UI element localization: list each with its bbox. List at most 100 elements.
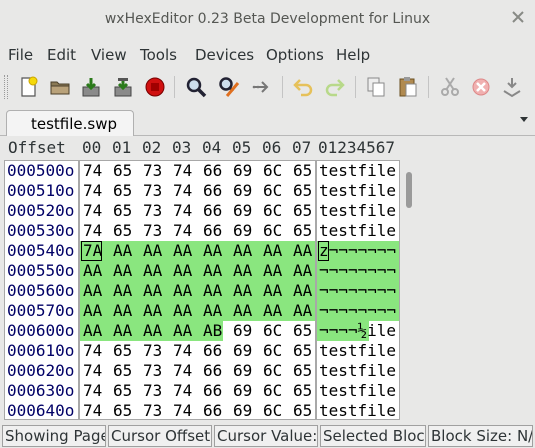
hex-byte-cell[interactable]: 69 bbox=[233, 201, 252, 221]
copy-icon[interactable] bbox=[364, 75, 388, 99]
tab-testfile[interactable]: testfile.swp bbox=[6, 110, 134, 136]
hex-byte-cell[interactable]: AA bbox=[263, 281, 282, 301]
hex-byte-cell[interactable]: AB bbox=[203, 321, 222, 341]
hex-byte-cell[interactable]: 69 bbox=[233, 161, 252, 181]
hex-byte-cell[interactable]: 73 bbox=[143, 161, 162, 181]
close-file-icon[interactable] bbox=[143, 75, 167, 99]
replace-icon[interactable] bbox=[217, 75, 241, 99]
hex-byte-cell[interactable]: 74 bbox=[173, 381, 192, 401]
hex-byte-cell[interactable]: AA bbox=[143, 301, 162, 321]
find-icon[interactable] bbox=[184, 75, 208, 99]
hex-byte-cell[interactable]: 65 bbox=[113, 381, 132, 401]
hex-byte-cell[interactable]: AA bbox=[173, 321, 192, 341]
hex-byte-cell[interactable]: 6C bbox=[263, 381, 282, 401]
paste-icon[interactable] bbox=[396, 75, 420, 99]
offset-cell[interactable]: 000530o bbox=[7, 221, 74, 241]
hex-byte-cell[interactable]: 65 bbox=[293, 321, 312, 341]
hex-byte-cell[interactable]: 74 bbox=[83, 381, 102, 401]
offset-cell[interactable]: 000620o bbox=[7, 361, 74, 381]
text-row[interactable]: ¬¬¬¬¬¬¬¬ bbox=[317, 301, 399, 321]
hex-byte-cell[interactable]: 74 bbox=[173, 341, 192, 361]
hex-byte-cell[interactable]: 6C bbox=[263, 161, 282, 181]
hex-byte-cell[interactable]: 6C bbox=[263, 401, 282, 419]
goto-icon[interactable] bbox=[249, 75, 273, 99]
insert-icon[interactable] bbox=[500, 75, 524, 99]
hex-byte-cell[interactable]: AA bbox=[233, 301, 252, 321]
hex-byte-cell[interactable]: 65 bbox=[113, 181, 132, 201]
hex-byte-cell[interactable]: AA bbox=[173, 261, 192, 281]
hex-byte-cell[interactable]: 65 bbox=[293, 341, 312, 361]
hex-byte-cell[interactable]: 69 bbox=[233, 381, 252, 401]
hex-byte-cell[interactable]: 73 bbox=[143, 381, 162, 401]
hex-byte-cell[interactable]: 74 bbox=[173, 201, 192, 221]
hex-byte-cell[interactable]: 73 bbox=[143, 181, 162, 201]
hex-byte-cell[interactable]: AA bbox=[173, 241, 192, 261]
hex-byte-cell[interactable]: AA bbox=[113, 281, 132, 301]
hex-byte-cell[interactable]: AA bbox=[203, 281, 222, 301]
hex-byte-cell[interactable]: 65 bbox=[293, 221, 312, 241]
hex-byte-cell[interactable]: AA bbox=[293, 281, 312, 301]
hex-byte-cell[interactable]: 65 bbox=[113, 341, 132, 361]
offset-cell[interactable]: 000510o bbox=[7, 181, 74, 201]
hex-byte-cell[interactable]: AA bbox=[263, 241, 282, 261]
text-row[interactable]: testfile bbox=[317, 221, 399, 241]
offset-cell[interactable]: 000630o bbox=[7, 381, 74, 401]
text-row[interactable]: testfile bbox=[317, 381, 399, 401]
hex-byte-cell[interactable]: 66 bbox=[203, 401, 222, 419]
hex-byte-cell[interactable]: 74 bbox=[83, 161, 102, 181]
hex-byte-cell[interactable]: AA bbox=[263, 301, 282, 321]
offset-cell[interactable]: 000600o bbox=[7, 321, 74, 341]
hex-byte-cell[interactable]: AA bbox=[113, 321, 132, 341]
hex-byte-cell[interactable]: 65 bbox=[293, 381, 312, 401]
undo-icon[interactable] bbox=[291, 75, 315, 99]
hex-byte-cell[interactable]: 74 bbox=[83, 401, 102, 419]
hex-byte-cell[interactable]: 66 bbox=[203, 201, 222, 221]
hex-byte-cell[interactable]: 73 bbox=[143, 221, 162, 241]
hex-byte-cell[interactable]: AA bbox=[233, 261, 252, 281]
hex-byte-cell[interactable]: 74 bbox=[173, 401, 192, 419]
hex-byte-cell[interactable]: 69 bbox=[233, 181, 252, 201]
hex-byte-cell[interactable]: AA bbox=[293, 301, 312, 321]
offset-cell[interactable]: 000610o bbox=[7, 341, 74, 361]
hex-byte-cell[interactable]: 69 bbox=[233, 221, 252, 241]
hex-byte-cell[interactable]: 6C bbox=[263, 341, 282, 361]
hex-byte-cell[interactable]: 65 bbox=[293, 361, 312, 381]
hex-byte-cell[interactable]: AA bbox=[173, 301, 192, 321]
hex-byte-cell[interactable]: AA bbox=[143, 281, 162, 301]
hex-byte-cell[interactable]: AA bbox=[143, 261, 162, 281]
hex-byte-cell[interactable]: AA bbox=[203, 261, 222, 281]
hex-byte-cell[interactable]: 74 bbox=[83, 181, 102, 201]
hex-byte-cell[interactable]: AA bbox=[293, 241, 312, 261]
hex-byte-cell[interactable]: 6C bbox=[263, 201, 282, 221]
hex-byte-cell[interactable]: 74 bbox=[173, 161, 192, 181]
hex-byte-cell[interactable]: 69 bbox=[233, 321, 252, 341]
text-row[interactable]: ¬¬¬¬½ile bbox=[317, 321, 399, 341]
hex-byte-cell[interactable]: AA bbox=[203, 301, 222, 321]
hex-byte-cell[interactable]: 74 bbox=[173, 361, 192, 381]
offset-cell[interactable]: 000540o bbox=[7, 241, 74, 261]
hex-byte-cell[interactable]: 65 bbox=[113, 361, 132, 381]
menu-devices[interactable]: Devices bbox=[195, 46, 254, 64]
offset-cell[interactable]: 000570o bbox=[7, 301, 74, 321]
hex-byte-cell[interactable]: AA bbox=[263, 261, 282, 281]
hex-byte-cell[interactable]: 73 bbox=[143, 401, 162, 419]
hex-panel[interactable]: 74 65 73 74 66 69 6C 65 74 65 73 74 66 69 6C 65 74 65 73 74… bbox=[79, 160, 316, 420]
hex-byte-cell[interactable]: 6C bbox=[263, 181, 282, 201]
hex-byte-cell[interactable]: AA bbox=[83, 301, 102, 321]
cut-icon[interactable] bbox=[438, 75, 462, 99]
hex-byte-cell[interactable]: AA bbox=[233, 241, 252, 261]
text-row[interactable]: z¬¬¬¬¬¬¬ bbox=[317, 241, 399, 261]
hex-byte-cell[interactable]: 65 bbox=[113, 221, 132, 241]
hex-byte-cell[interactable]: AA bbox=[293, 261, 312, 281]
offset-panel[interactable]: 000500o 000510o 000520o 000530o 000540o 00055… bbox=[4, 160, 79, 420]
text-row[interactable]: testfile bbox=[317, 181, 399, 201]
text-row[interactable]: testfile bbox=[317, 201, 399, 221]
hex-byte-cell[interactable]: 66 bbox=[203, 361, 222, 381]
save-icon[interactable] bbox=[79, 75, 103, 99]
text-panel[interactable]: testfile testfile testfile testfile z¬¬¬¬¬¬¬… bbox=[316, 160, 400, 420]
close-window-icon[interactable] bbox=[511, 10, 525, 24]
menu-edit[interactable]: Edit bbox=[47, 46, 76, 64]
hex-byte-cell[interactable]: 6C bbox=[263, 321, 282, 341]
hex-byte-cell[interactable]: 65 bbox=[113, 161, 132, 181]
menu-file[interactable]: File bbox=[8, 46, 33, 64]
